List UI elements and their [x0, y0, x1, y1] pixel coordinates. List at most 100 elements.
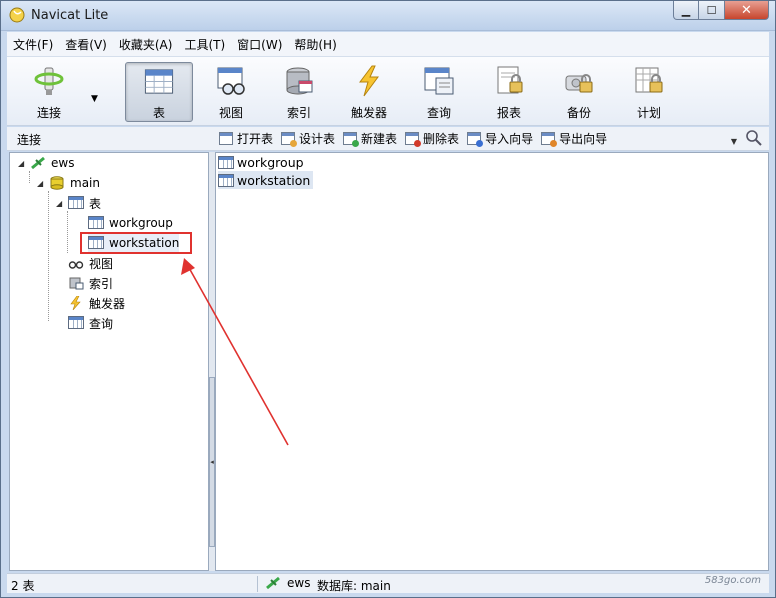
schedule-icon [635, 67, 663, 93]
tree-group-tables[interactable]: ◢ 表 [56, 194, 101, 212]
tree-database-main[interactable]: ◢ main [37, 174, 100, 192]
minimize-icon: ▁ [681, 3, 691, 17]
index-icon [286, 67, 313, 95]
connect-dropdown-icon[interactable]: ▼ [91, 94, 98, 104]
backup-button[interactable]: 备份 [545, 62, 613, 122]
expand-tables-icon[interactable]: ◢ [56, 199, 65, 208]
index-label: 索引 [286, 106, 311, 120]
query-label: 查询 [426, 106, 451, 120]
close-icon: ✕ [741, 2, 752, 18]
import-wizard-button[interactable]: 导入向导 [467, 130, 533, 147]
table-actions: 打开表 设计表 新建表 删除表 导入向导 导出向导 [219, 130, 615, 147]
status-connection: ews [265, 576, 310, 590]
tree-tables-label: 表 [89, 196, 102, 211]
window-title: Navicat Lite [31, 8, 109, 23]
open-table-label: 打开表 [237, 132, 274, 146]
status-object-count: 2 表 [11, 579, 35, 593]
object-toolbar: 连接 打开表 设计表 新建表 删除表 导入向导 导出向导 ▼ [7, 127, 769, 151]
new-table-button[interactable]: 新建表 [343, 130, 397, 147]
tree-database-label: main [70, 176, 100, 190]
delete-table-label: 删除表 [423, 132, 460, 146]
backup-icon [565, 74, 593, 93]
tree-connection-ews[interactable]: ◢ ews [18, 154, 74, 172]
new-table-icon [343, 132, 360, 147]
object-list: workgroup workstation [215, 152, 769, 571]
index-group-icon [69, 277, 84, 290]
close-button[interactable]: ✕ [725, 1, 769, 20]
open-table-icon [219, 132, 233, 145]
table-button[interactable]: 表 [125, 62, 193, 122]
design-table-icon [281, 132, 298, 147]
menu-help[interactable]: 帮助(H) [294, 36, 336, 53]
tree-indexes-label: 索引 [89, 276, 114, 291]
import-wizard-label: 导入向导 [485, 132, 534, 146]
object-name: workstation [237, 172, 311, 188]
view-icon [217, 67, 245, 95]
tree-views-label: 视图 [89, 256, 114, 271]
tree-connection-label: ews [51, 156, 75, 170]
import-wizard-icon [467, 132, 484, 147]
main-toolbar: 连接 ▼ 表 视图 索引 触发器 查询 报表 备份 计划 [7, 56, 769, 126]
filter-dropdown-icon[interactable]: ▼ [731, 137, 737, 146]
title-bar: Navicat Lite ▁ ☐ ✕ [1, 1, 775, 31]
menu-view[interactable]: 查看(V) [65, 36, 107, 53]
maximize-button[interactable]: ☐ [699, 1, 725, 20]
query-button[interactable]: 查询 [405, 62, 473, 122]
highlight-box [80, 232, 192, 254]
menu-favorites[interactable]: 收藏夹(A) [119, 36, 173, 53]
new-table-label: 新建表 [361, 132, 398, 146]
trigger-icon [359, 65, 379, 97]
report-button[interactable]: 报表 [475, 62, 543, 122]
view-label: 视图 [218, 106, 243, 120]
trigger-button[interactable]: 触发器 [335, 62, 403, 122]
status-bar: 2 表 ews 数据库: main 583go.com [7, 573, 769, 593]
object-name: workgroup [237, 154, 304, 170]
app-window: Navicat Lite ▁ ☐ ✕ 文件(F) 查看(V) 收藏夹(A) 工具… [0, 0, 776, 598]
design-table-button[interactable]: 设计表 [281, 130, 335, 147]
export-wizard-button[interactable]: 导出向导 [541, 130, 607, 147]
tree-group-queries[interactable]: 查询 [68, 314, 113, 332]
delete-table-button[interactable]: 删除表 [405, 130, 459, 147]
tree-queries-label: 查询 [89, 316, 114, 331]
open-table-button[interactable]: 打开表 [219, 130, 273, 147]
tree-table-item[interactable]: workgroup [88, 214, 173, 232]
tree-group-indexes[interactable]: 索引 [68, 274, 113, 292]
database-icon [50, 176, 64, 190]
schedule-button[interactable]: 计划 [615, 62, 683, 122]
table-item-icon [218, 155, 234, 169]
expand-main-icon[interactable]: ◢ [37, 179, 46, 188]
table-icon [144, 69, 174, 94]
connection-pane-label: 连接 [17, 133, 42, 147]
minimize-button[interactable]: ▁ [673, 1, 699, 20]
view-button[interactable]: 视图 [197, 62, 265, 122]
expand-ews-icon[interactable]: ◢ [18, 159, 27, 168]
tree-triggers-label: 触发器 [89, 296, 126, 311]
connect-button[interactable]: 连接 ▼ [15, 62, 98, 122]
query-icon [424, 67, 454, 95]
design-table-label: 设计表 [299, 132, 336, 146]
delete-table-icon [405, 132, 422, 147]
watermark: 583go.com [704, 575, 761, 586]
status-database: 数据库: main [317, 579, 391, 593]
menu-tools[interactable]: 工具(T) [184, 36, 225, 53]
connection-icon [266, 576, 280, 590]
connect-label: 连接 [36, 106, 61, 120]
backup-label: 备份 [566, 106, 591, 120]
tables-group-icon [68, 196, 84, 210]
search-icon[interactable] [745, 129, 763, 147]
table-label: 表 [152, 106, 165, 120]
view-glasses-icon [68, 261, 84, 269]
index-button[interactable]: 索引 [265, 62, 333, 122]
menu-file[interactable]: 文件(F) [13, 36, 53, 53]
tree-group-views[interactable]: 视图 [68, 254, 113, 272]
status-connection-label: ews [287, 576, 311, 590]
menu-window[interactable]: 窗口(W) [237, 36, 282, 53]
trigger-group-icon [70, 296, 81, 310]
menu-bar: 文件(F) 查看(V) 收藏夹(A) 工具(T) 窗口(W) 帮助(H) [7, 32, 769, 56]
export-wizard-icon [541, 132, 558, 147]
object-list-item[interactable]: workgroup [218, 153, 307, 171]
window-controls: ▁ ☐ ✕ [673, 1, 769, 20]
status-divider [257, 576, 258, 592]
tree-group-triggers[interactable]: 触发器 [68, 294, 125, 312]
object-list-item[interactable]: workstation [218, 171, 314, 189]
